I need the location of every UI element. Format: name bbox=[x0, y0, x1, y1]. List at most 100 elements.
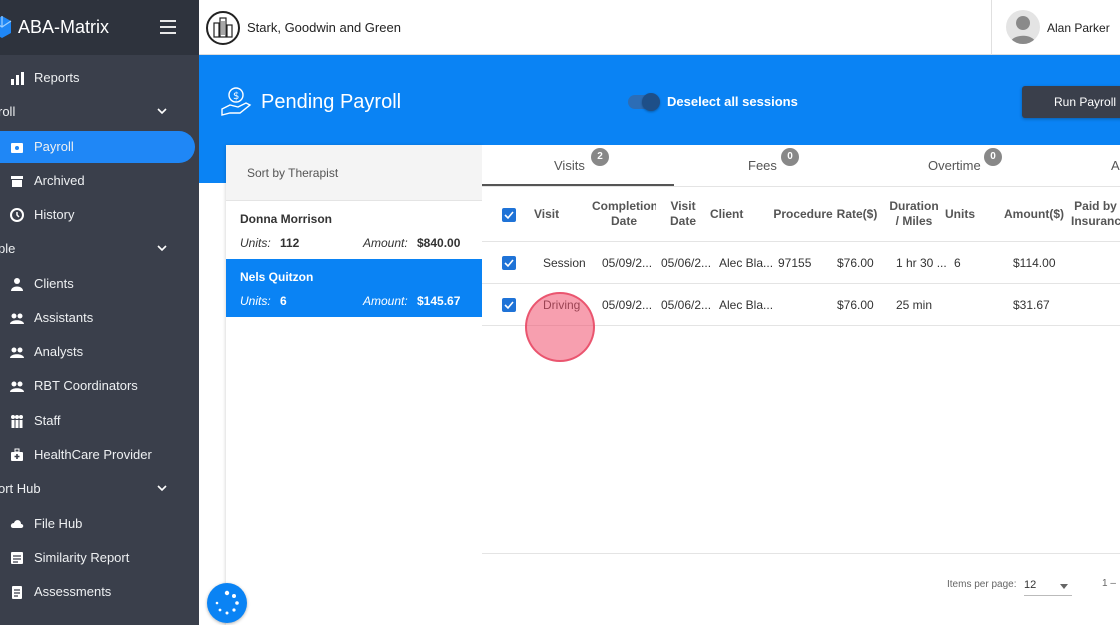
sidebar-item-clients[interactable]: Clients bbox=[0, 268, 195, 300]
tab-count-badge: 2 bbox=[591, 148, 609, 166]
toggle-label[interactable]: Deselect all sessions bbox=[667, 94, 798, 109]
sidebar-group-label: ort Hub bbox=[0, 481, 41, 496]
app-root: ABA-Matrix Reports roll Payroll Archived His… bbox=[0, 0, 1120, 625]
units-label: Units: bbox=[240, 294, 271, 308]
sidebar-item-label: File Hub bbox=[34, 516, 83, 531]
sidebar-item-label: History bbox=[34, 207, 75, 222]
table-cell: Session bbox=[543, 256, 586, 270]
table-cell: 25 min bbox=[896, 298, 933, 312]
run-payroll-button[interactable]: Run Payroll ... bbox=[1022, 86, 1120, 118]
similarity-icon bbox=[11, 552, 23, 564]
sort-by-therapist-label[interactable]: Sort by Therapist bbox=[247, 166, 338, 180]
sidebar-item-analysts[interactable]: Analysts bbox=[0, 336, 195, 368]
table-paginator: Items per page: 12 1 – bbox=[482, 553, 1120, 625]
sidebar-item-rbt-coordinators[interactable]: RBT Coordinators bbox=[0, 370, 195, 402]
tab-visits[interactable]: Visits 2 bbox=[482, 145, 674, 187]
amount-value: $840.00 bbox=[417, 236, 461, 250]
tab-overtime[interactable]: Overtime 0 bbox=[866, 145, 1058, 187]
column-header[interactable]: Rate($) bbox=[829, 207, 885, 222]
sidebar-group-header[interactable]: roll bbox=[0, 97, 199, 127]
hamburger-menu-icon[interactable] bbox=[160, 20, 176, 34]
table-cell: $31.67 bbox=[1013, 298, 1050, 312]
table-cell: $76.00 bbox=[837, 298, 874, 312]
tab-count-badge: 0 bbox=[781, 148, 799, 166]
sidebar-item-label: RBT Coordinators bbox=[34, 378, 138, 393]
toggle-knob[interactable] bbox=[642, 93, 660, 111]
column-header[interactable]: Amount($) bbox=[1002, 207, 1066, 222]
chevron-down-icon[interactable] bbox=[157, 243, 167, 253]
sidebar-item-assessments[interactable]: Assessments bbox=[0, 576, 195, 608]
sidebar-group-label: roll bbox=[0, 104, 16, 119]
column-header[interactable]: Units bbox=[945, 207, 981, 222]
organization-name: Stark, Goodwin and Green bbox=[247, 20, 401, 35]
tab-label: Overtime bbox=[928, 158, 981, 173]
tab-fees[interactable]: Fees 0 bbox=[674, 145, 866, 187]
column-header[interactable]: Completion Date bbox=[592, 199, 656, 229]
sidebar-item-label: Assessments bbox=[34, 584, 112, 599]
sidebar-group-header[interactable]: ple bbox=[0, 234, 199, 264]
sidebar-item-history[interactable]: History bbox=[0, 199, 195, 231]
sidebar-item-label: Analysts bbox=[34, 344, 84, 359]
table-cell: 97155 bbox=[778, 256, 812, 270]
sidebar-item-label: Payroll bbox=[34, 139, 74, 154]
sidebar-item-file-hub[interactable]: File Hub bbox=[0, 508, 195, 540]
sidebar-item-label: Similarity Report bbox=[34, 550, 130, 565]
items-per-page-label: Items per page: bbox=[947, 579, 1017, 590]
app-title: ABA-Matrix bbox=[18, 17, 110, 37]
sidebar-item-similarity-report[interactable]: Similarity Report bbox=[0, 542, 195, 574]
units-value: 6 bbox=[280, 294, 287, 308]
client-icon bbox=[11, 278, 23, 291]
chevron-down-icon[interactable] bbox=[157, 483, 167, 493]
sidebar-header: ABA-Matrix bbox=[0, 0, 199, 55]
select-all-checkbox[interactable] bbox=[502, 208, 516, 222]
tab-label: Fees bbox=[748, 158, 777, 173]
sidebar-item-label: Assistants bbox=[34, 310, 94, 325]
organization-logo-icon bbox=[206, 11, 240, 45]
column-header[interactable]: Visit bbox=[534, 207, 574, 222]
tab-label: Visits bbox=[554, 158, 585, 173]
table-cell: 05/06/2... bbox=[661, 256, 712, 270]
amount-value: $145.67 bbox=[417, 294, 461, 308]
therapist-row[interactable]: Nels Quitzon Units: 6 Amount: $145.67 bbox=[226, 259, 482, 317]
column-header[interactable]: Procedure bbox=[768, 207, 838, 222]
amount-label: Amount: bbox=[363, 236, 408, 250]
column-header[interactable]: Paid by Insurance bbox=[1071, 199, 1120, 229]
sidebar-item-label: Staff bbox=[34, 413, 61, 428]
analysts-icon bbox=[10, 347, 24, 358]
coordinators-icon bbox=[10, 381, 24, 392]
items-per-page-select[interactable]: 12 bbox=[1024, 578, 1072, 596]
row-checkbox[interactable] bbox=[502, 298, 516, 312]
app-logo-icon bbox=[0, 16, 12, 38]
page-range-label: 1 – bbox=[1102, 578, 1116, 589]
topbar: Stark, Goodwin and Green Alan Parker bbox=[199, 0, 1120, 55]
sidebar-item-reports[interactable]: Reports bbox=[0, 62, 195, 94]
sidebar-item-payroll[interactable]: Payroll bbox=[0, 131, 195, 163]
sidebar-item-archived[interactable]: Archived bbox=[0, 165, 195, 197]
therapist-panel: Sort by Therapist Donna Morrison Units: 11… bbox=[226, 145, 482, 625]
tab-additional[interactable]: Ac bbox=[1058, 145, 1120, 187]
visits-table: Visit Completion Date Visit Date Client Proc… bbox=[482, 187, 1120, 625]
sidebar-item-healthcare-provider[interactable]: HealthCare Provider bbox=[0, 439, 195, 471]
row-checkbox[interactable] bbox=[502, 256, 516, 270]
chevron-down-icon[interactable] bbox=[157, 106, 167, 116]
column-header[interactable]: Client bbox=[710, 207, 752, 222]
user-avatar-icon[interactable] bbox=[1006, 10, 1040, 44]
column-header[interactable]: Visit Date bbox=[660, 199, 706, 229]
active-tab-underline bbox=[482, 184, 674, 186]
user-name[interactable]: Alan Parker bbox=[1047, 21, 1110, 35]
sidebar-item-staff[interactable]: Staff bbox=[0, 405, 195, 437]
table-row[interactable]: Session 05/09/2... 05/06/2... Alec Bla... 97… bbox=[482, 242, 1120, 284]
units-value: 112 bbox=[280, 236, 300, 250]
loading-spinner-icon[interactable] bbox=[207, 583, 247, 623]
table-cell: 6 bbox=[954, 256, 961, 270]
sidebar-item-label: Reports bbox=[34, 70, 80, 85]
sidebar-group-header[interactable]: ort Hub bbox=[0, 474, 199, 504]
units-label: Units: bbox=[240, 236, 271, 250]
divider bbox=[991, 0, 992, 55]
sidebar-item-assistants[interactable]: Assistants bbox=[0, 302, 195, 334]
cloud-icon bbox=[10, 520, 24, 528]
column-header[interactable]: Duration / Miles bbox=[887, 199, 941, 229]
assessments-icon bbox=[12, 586, 22, 599]
amount-label: Amount: bbox=[363, 294, 408, 308]
therapist-row[interactable]: Donna Morrison Units: 112 Amount: $840.00 bbox=[226, 201, 482, 259]
